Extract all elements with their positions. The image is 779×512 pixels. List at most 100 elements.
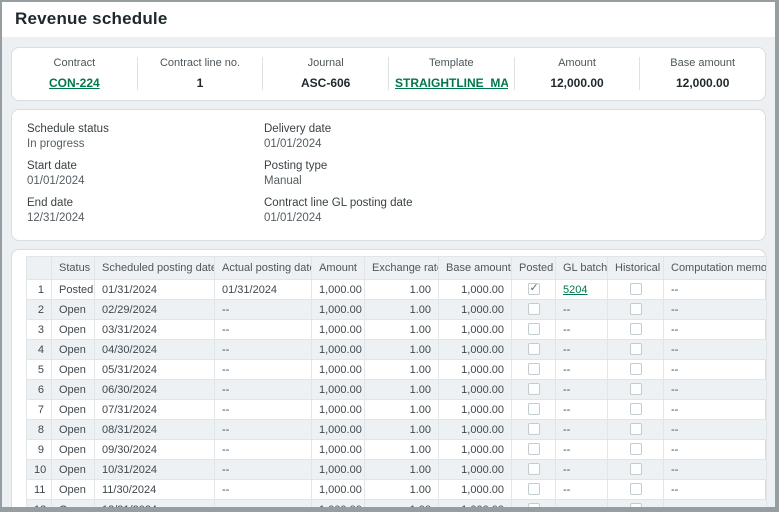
template-link[interactable]: STRAIGHTLINE_MANUA <box>395 76 508 90</box>
posted-checkbox[interactable] <box>528 343 540 355</box>
historical-cell <box>608 360 664 380</box>
historical-checkbox[interactable] <box>630 363 642 375</box>
actual-posting-date-cell: -- <box>215 420 312 440</box>
historical-cell <box>608 340 664 360</box>
historical-checkbox[interactable] <box>630 423 642 435</box>
posted-cell <box>512 380 556 400</box>
table-row: 2Open02/29/2024--1,000.001.001,000.00---… <box>27 300 767 320</box>
computation-memo-cell: -- <box>664 420 767 440</box>
posted-checkbox[interactable] <box>528 303 540 315</box>
scheduled-posting-date-cell: 04/30/2024 <box>95 340 215 360</box>
historical-cell <box>608 280 664 300</box>
summary-field-label: Journal <box>269 57 382 69</box>
column-header-historical: Historical <box>608 257 664 280</box>
computation-memo-cell: -- <box>664 320 767 340</box>
base-amount-cell: 1,000.00 <box>439 340 512 360</box>
historical-checkbox[interactable] <box>630 503 642 507</box>
scheduled-posting-date-cell: 12/31/2024 <box>95 500 215 508</box>
status-cell: Open <box>52 300 95 320</box>
historical-checkbox[interactable] <box>630 303 642 315</box>
posted-checkbox[interactable] <box>528 283 540 295</box>
historical-checkbox[interactable] <box>630 283 642 295</box>
base-amount-cell: 1,000.00 <box>439 480 512 500</box>
gl-batch-value: -- <box>563 304 570 316</box>
summary-field-1: Contract line no. 1 <box>137 57 263 90</box>
amount-cell: 1,000.00 <box>312 380 365 400</box>
gl-batch-link[interactable]: 5204 <box>563 284 587 296</box>
detail-field-label: Delivery date <box>264 123 750 135</box>
posted-checkbox[interactable] <box>528 463 540 475</box>
row-number-cell: 3 <box>27 320 52 340</box>
exchange-rate-cell: 1.00 <box>365 300 439 320</box>
historical-checkbox[interactable] <box>630 343 642 355</box>
column-header-actual-posting-date: Actual posting date <box>215 257 312 280</box>
historical-cell <box>608 400 664 420</box>
table-row: 10Open10/31/2024--1,000.001.001,000.00--… <box>27 460 767 480</box>
actual-posting-date-cell: -- <box>215 400 312 420</box>
posted-checkbox[interactable] <box>528 363 540 375</box>
column-header-amount: Amount <box>312 257 365 280</box>
detail-field-label: Posting type <box>264 160 750 172</box>
status-cell: Open <box>52 460 95 480</box>
summary-field-value: 12,000.00 <box>521 76 634 90</box>
page-title: Revenue schedule <box>15 9 762 29</box>
computation-memo-cell: -- <box>664 400 767 420</box>
posted-cell <box>512 400 556 420</box>
gl-batch-cell: -- <box>556 500 608 508</box>
scheduled-posting-date-cell: 08/31/2024 <box>95 420 215 440</box>
gl-batch-value: -- <box>563 364 570 376</box>
posted-checkbox[interactable] <box>528 383 540 395</box>
posted-checkbox[interactable] <box>528 483 540 495</box>
exchange-rate-cell: 1.00 <box>365 440 439 460</box>
historical-checkbox[interactable] <box>630 323 642 335</box>
summary-field-0: ContractCON-224 <box>12 57 137 90</box>
column-header-row-number <box>27 257 52 280</box>
historical-checkbox[interactable] <box>630 443 642 455</box>
historical-checkbox[interactable] <box>630 483 642 495</box>
posted-cell <box>512 460 556 480</box>
gl-batch-value: -- <box>563 504 570 508</box>
historical-checkbox[interactable] <box>630 403 642 415</box>
historical-checkbox[interactable] <box>630 383 642 395</box>
posted-checkbox[interactable] <box>528 403 540 415</box>
actual-posting-date-cell: -- <box>215 380 312 400</box>
historical-checkbox[interactable] <box>630 463 642 475</box>
scheduled-posting-date-cell: 07/31/2024 <box>95 400 215 420</box>
details-card: Schedule statusIn progressStart date01/0… <box>11 109 766 241</box>
posted-checkbox[interactable] <box>528 503 540 507</box>
status-cell: Open <box>52 400 95 420</box>
status-cell: Open <box>52 380 95 400</box>
column-header-gl-batch: GL batch <box>556 257 608 280</box>
status-cell: Open <box>52 360 95 380</box>
base-amount-cell: 1,000.00 <box>439 440 512 460</box>
row-number-cell: 4 <box>27 340 52 360</box>
gl-batch-value: -- <box>563 404 570 416</box>
row-number-cell: 11 <box>27 480 52 500</box>
computation-memo-cell: -- <box>664 440 767 460</box>
summary-card: ContractCON-224 Contract line no. 1 Journal… <box>11 47 766 101</box>
summary-field-value: 1 <box>144 76 257 90</box>
amount-cell: 1,000.00 <box>312 440 365 460</box>
table-row: 4Open04/30/2024--1,000.001.001,000.00---… <box>27 340 767 360</box>
row-number-cell: 8 <box>27 420 52 440</box>
row-number-cell: 9 <box>27 440 52 460</box>
detail-field-value: 12/31/2024 <box>27 212 264 224</box>
contract-link[interactable]: CON-224 <box>18 76 131 90</box>
posted-checkbox[interactable] <box>528 443 540 455</box>
gl-batch-cell: -- <box>556 360 608 380</box>
exchange-rate-cell: 1.00 <box>365 340 439 360</box>
detail-field-value: In progress <box>27 138 264 150</box>
posted-cell <box>512 320 556 340</box>
titlebar: Revenue schedule <box>2 2 775 37</box>
gl-batch-value: -- <box>563 464 570 476</box>
summary-field-label: Contract line no. <box>144 57 257 69</box>
gl-batch-cell: -- <box>556 420 608 440</box>
detail-field-label: End date <box>27 197 264 209</box>
posted-checkbox[interactable] <box>528 423 540 435</box>
row-number-cell: 5 <box>27 360 52 380</box>
posted-checkbox[interactable] <box>528 323 540 335</box>
base-amount-cell: 1,000.00 <box>439 320 512 340</box>
gl-batch-cell: -- <box>556 400 608 420</box>
status-cell: Open <box>52 420 95 440</box>
table-row: 12Open12/31/2024--1,000.001.001,000.00--… <box>27 500 767 508</box>
